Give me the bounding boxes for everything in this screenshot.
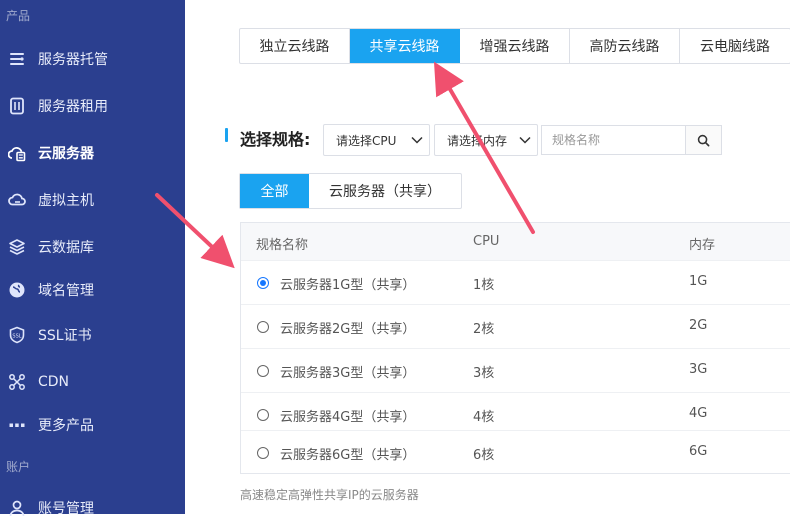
more-dots-icon	[8, 416, 26, 434]
user-icon	[8, 499, 26, 517]
spec-description-note: 高速稳定高弹性共享IP的云服务器	[240, 488, 419, 502]
memory-select-value: 请选择内存	[447, 133, 508, 148]
database-layers-icon	[8, 238, 26, 256]
filter-tab-cloud-server-shared[interactable]: 云服务器（共享）	[309, 174, 461, 208]
sidebar-item-cloud-database[interactable]: 云数据库	[0, 225, 185, 269]
row-radio[interactable]	[257, 321, 269, 333]
sidebar-item-cloud-server[interactable]: 云服务器	[0, 131, 185, 175]
memory-value: 4G	[689, 406, 708, 421]
cpu-select-value: 请选择CPU	[336, 133, 397, 148]
table-header: 规格名称 CPU 内存	[241, 223, 790, 260]
ssl-shield-icon: SSL	[8, 326, 26, 344]
sidebar-item-label: CDN	[38, 374, 70, 390]
tab-shared-cloud-line[interactable]: 共享云线路	[350, 29, 460, 63]
sidebar-item-account-management[interactable]: 账号管理	[0, 486, 185, 530]
tab-enhanced-cloud-line[interactable]: 增强云线路	[460, 29, 570, 63]
row-radio[interactable]	[257, 409, 269, 421]
column-header-memory: 内存	[689, 238, 716, 253]
chevron-down-icon	[411, 136, 425, 144]
cpu-value: 3核	[473, 366, 495, 381]
sidebar-item-label: 云数据库	[38, 240, 94, 256]
sidebar-item-label: 账号管理	[38, 501, 94, 517]
main-content: 独立云线路 共享云线路 增强云线路 高防云线路 云电脑线路 选择规格: 请选择C…	[185, 0, 790, 514]
category-filter-tabs: 全部 云服务器（共享）	[239, 173, 462, 209]
sidebar-item-label: 域名管理	[38, 283, 94, 299]
spec-name-search-input[interactable]	[541, 125, 686, 155]
globe-icon	[8, 281, 26, 299]
table-row[interactable]: 云服务器1G型（共享） 1核 1G	[241, 260, 790, 305]
memory-select[interactable]: 请选择内存	[434, 124, 538, 156]
spec-name: 云服务器3G型（共享）	[280, 366, 416, 381]
cpu-value: 4核	[473, 410, 495, 425]
memory-value: 3G	[689, 362, 708, 377]
spec-name: 云服务器2G型（共享）	[280, 322, 416, 337]
tab-dedicated-cloud-line[interactable]: 独立云线路	[240, 29, 350, 63]
column-header-spec-name: 规格名称	[256, 238, 309, 253]
server-rental-icon	[8, 97, 26, 115]
row-radio[interactable]	[257, 277, 269, 289]
spec-title-marker	[225, 128, 228, 142]
search-icon	[697, 134, 710, 146]
spec-table: 规格名称 CPU 内存 云服务器1G型（共享） 1核 1G 云服务器2G型（共享…	[240, 222, 790, 474]
cpu-select[interactable]: 请选择CPU	[323, 124, 430, 156]
row-radio[interactable]	[257, 365, 269, 377]
sidebar: 产品 服务器托管 服务器租用 云服务器 虚拟主机 云数据库 域名管理 SSL S…	[0, 0, 185, 517]
spec-name: 云服务器1G型（共享）	[280, 278, 416, 293]
sidebar-item-virtual-host[interactable]: 虚拟主机	[0, 178, 185, 222]
filter-tab-all[interactable]: 全部	[240, 174, 309, 208]
cpu-value: 6核	[473, 448, 495, 463]
tab-high-defense-cloud-line[interactable]: 高防云线路	[570, 29, 680, 63]
sidebar-item-ssl[interactable]: SSL SSL证书	[0, 313, 185, 357]
cpu-value: 1核	[473, 278, 495, 293]
sidebar-item-label: 云服务器	[38, 146, 94, 162]
sidebar-item-label: SSL证书	[38, 328, 92, 344]
memory-value: 2G	[689, 318, 708, 333]
sidebar-item-label: 服务器租用	[38, 99, 108, 115]
sidebar-item-server-rental[interactable]: 服务器租用	[0, 84, 185, 128]
sidebar-item-label: 虚拟主机	[38, 193, 94, 209]
sidebar-item-domain[interactable]: 域名管理	[0, 268, 185, 312]
search-button[interactable]	[685, 125, 722, 155]
memory-value: 1G	[689, 274, 708, 289]
sidebar-item-server-hosting[interactable]: 服务器托管	[0, 37, 185, 81]
svg-text:SSL: SSL	[12, 333, 21, 339]
section-label-products: 产品	[6, 9, 31, 23]
sidebar-item-more-products[interactable]: 更多产品	[0, 403, 185, 447]
table-row[interactable]: 云服务器3G型（共享） 3核 3G	[241, 348, 790, 393]
spec-name: 云服务器6G型（共享）	[280, 448, 416, 463]
sidebar-item-label: 服务器托管	[38, 52, 108, 68]
cdn-network-icon	[8, 373, 26, 391]
chevron-down-icon	[519, 136, 533, 144]
spec-title: 选择规格:	[240, 130, 311, 149]
cloud-server-icon	[8, 144, 26, 162]
column-header-cpu: CPU	[473, 234, 500, 249]
sidebar-item-cdn[interactable]: CDN	[0, 360, 185, 404]
table-row[interactable]: 云服务器6G型（共享） 6核 6G	[241, 430, 790, 475]
row-radio[interactable]	[257, 447, 269, 459]
virtual-host-icon	[8, 191, 26, 209]
section-label-account: 账户	[6, 460, 31, 474]
memory-value: 6G	[689, 444, 708, 459]
tab-cloud-pc-line[interactable]: 云电脑线路	[680, 29, 790, 63]
line-tabs: 独立云线路 共享云线路 增强云线路 高防云线路 云电脑线路	[239, 28, 790, 64]
spec-name: 云服务器4G型（共享）	[280, 410, 416, 425]
table-row[interactable]: 云服务器2G型（共享） 2核 2G	[241, 304, 790, 349]
server-hosting-icon	[8, 50, 26, 68]
sidebar-item-label: 更多产品	[38, 418, 94, 434]
cpu-value: 2核	[473, 322, 495, 337]
